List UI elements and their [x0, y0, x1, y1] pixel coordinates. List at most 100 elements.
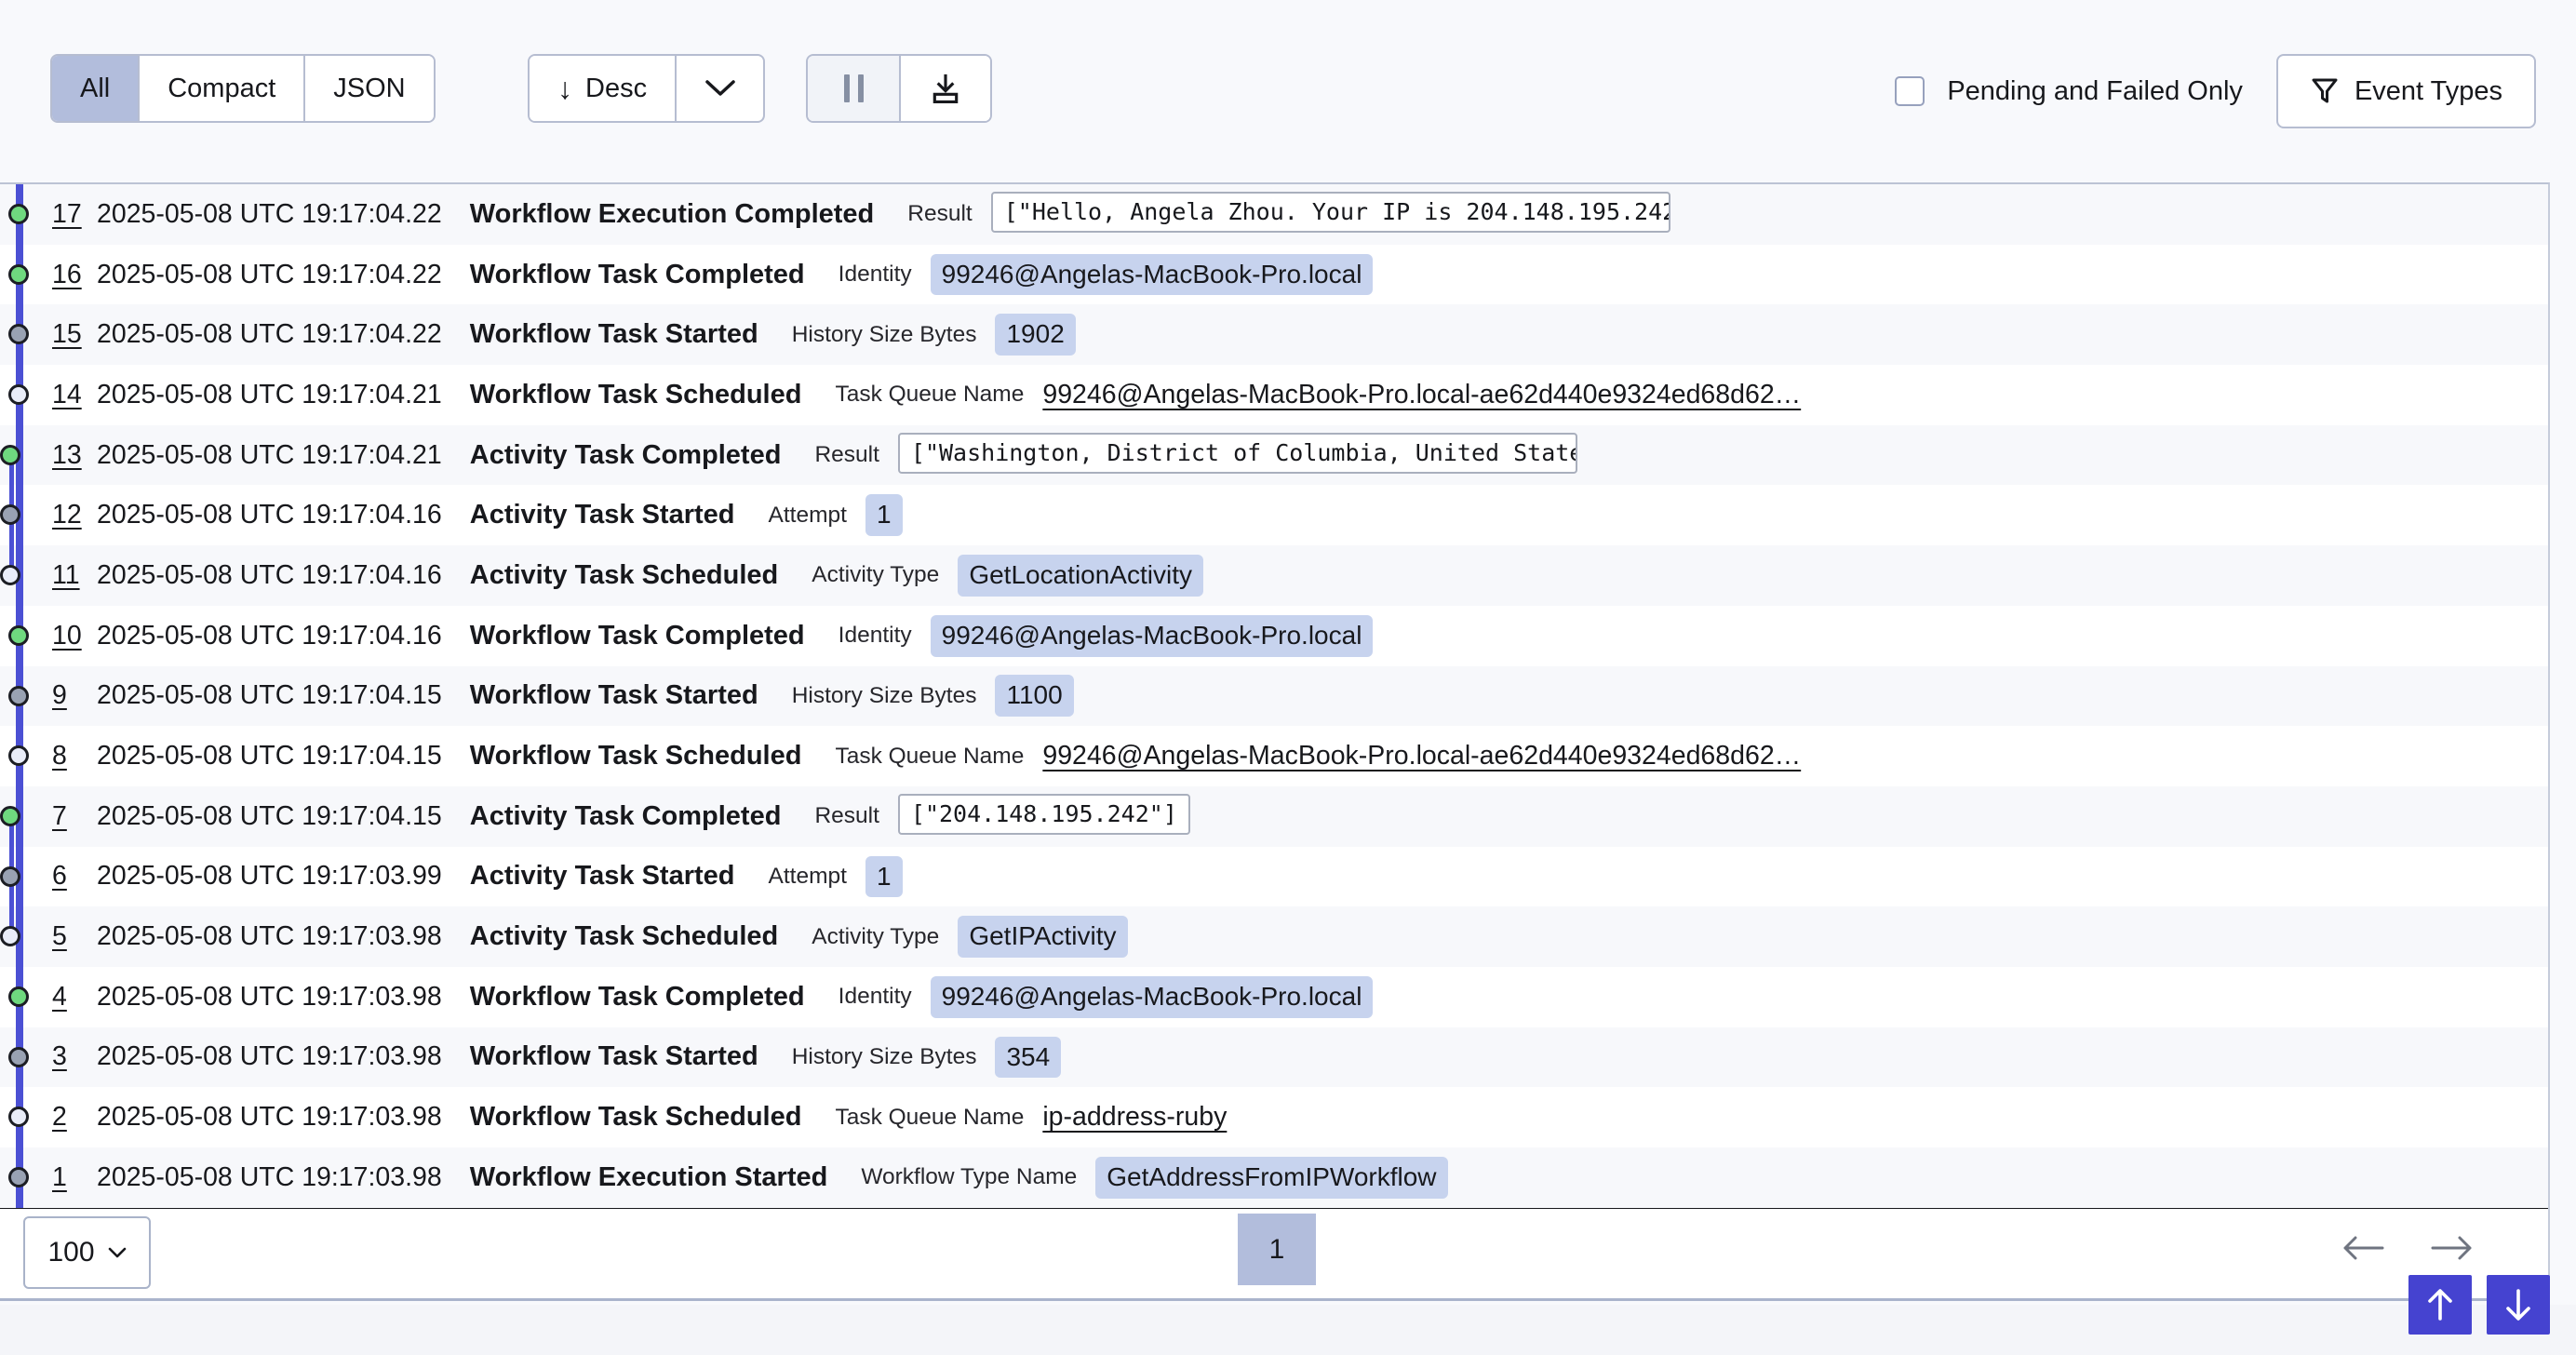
attr-value-badge: 1902 — [995, 314, 1075, 356]
event-attr-label: Activity Type — [812, 924, 939, 950]
download-icon — [929, 70, 962, 107]
pause-button[interactable] — [808, 56, 899, 121]
previous-page-arrow[interactable] — [2341, 1235, 2384, 1261]
tab-all[interactable]: All — [52, 56, 138, 121]
scroll-to-top-button[interactable] — [2408, 1275, 2472, 1335]
event-name: Workflow Task Started — [470, 319, 758, 350]
download-button[interactable] — [899, 56, 990, 121]
event-row[interactable]: 17 2025-05-08 UTC 19:17:04.22 Workflow E… — [0, 184, 2548, 245]
event-id-link[interactable]: 10 — [52, 621, 87, 651]
event-id-link[interactable]: 2 — [52, 1102, 87, 1133]
event-id-link[interactable]: 13 — [52, 440, 87, 471]
event-row[interactable]: 11 2025-05-08 UTC 19:17:04.16 Activity T… — [0, 545, 2548, 606]
sort-desc-button[interactable]: ↓ Desc — [530, 56, 675, 121]
event-attr-value: 99246@Angelas-MacBook-Pro.local — [931, 254, 1374, 296]
event-id-link[interactable]: 3 — [52, 1041, 87, 1072]
attr-value-code: ["Hello, Angela Zhou. Your IP is 204.148… — [991, 192, 1670, 233]
event-id-link[interactable]: 6 — [52, 861, 87, 892]
event-id-link[interactable]: 7 — [52, 801, 87, 832]
event-row[interactable]: 13 2025-05-08 UTC 19:17:04.21 Activity T… — [0, 425, 2548, 486]
event-row[interactable]: 14 2025-05-08 UTC 19:17:04.21 Workflow T… — [0, 365, 2548, 425]
event-id-link[interactable]: 8 — [52, 741, 87, 771]
event-id-link[interactable]: 1 — [52, 1162, 87, 1193]
event-status-dot — [0, 866, 20, 887]
event-timestamp: 2025-05-08 UTC 19:17:04.21 — [97, 380, 442, 410]
tab-json[interactable]: JSON — [303, 56, 433, 121]
event-id-link[interactable]: 4 — [52, 982, 87, 1013]
event-status-dot — [8, 264, 29, 285]
event-row[interactable]: 12 2025-05-08 UTC 19:17:04.16 Activity T… — [0, 485, 2548, 545]
attr-value-badge: 1 — [865, 494, 903, 536]
event-attr-value: ip-address-ruby — [1042, 1102, 1227, 1133]
event-history-table: 17 2025-05-08 UTC 19:17:04.22 Workflow E… — [0, 184, 2548, 1211]
event-id-link[interactable]: 14 — [52, 380, 87, 410]
event-row[interactable]: 8 2025-05-08 UTC 19:17:04.15 Workflow Ta… — [0, 726, 2548, 786]
event-status-dot — [8, 1047, 29, 1067]
event-status-dot — [8, 625, 29, 646]
attr-value-badge: 354 — [995, 1037, 1061, 1079]
page-size-select[interactable]: 100 — [23, 1216, 151, 1289]
event-id-link[interactable]: 16 — [52, 260, 87, 290]
current-page-button[interactable]: 1 — [1238, 1214, 1316, 1285]
event-attr-label: Identity — [839, 623, 912, 649]
event-id-link[interactable]: 5 — [52, 921, 87, 952]
pending-failed-checkbox[interactable] — [1895, 76, 1925, 106]
attr-value-code: ["204.148.195.242"] — [898, 794, 1190, 835]
event-row[interactable]: 15 2025-05-08 UTC 19:17:04.22 Workflow T… — [0, 304, 2548, 365]
event-attr-value: 99246@Angelas-MacBook-Pro.local — [931, 615, 1374, 657]
attr-value-link[interactable]: 99246@Angelas-MacBook-Pro.local-ae62d440… — [1042, 741, 1801, 771]
event-row[interactable]: 4 2025-05-08 UTC 19:17:03.98 Workflow Ta… — [0, 967, 2548, 1027]
arrow-down-icon — [2503, 1288, 2533, 1321]
scroll-to-bottom-button[interactable] — [2487, 1275, 2550, 1335]
sort-order-control: ↓ Desc — [528, 54, 765, 123]
event-timestamp: 2025-05-08 UTC 19:17:03.98 — [97, 1162, 442, 1193]
attr-value-link[interactable]: 99246@Angelas-MacBook-Pro.local-ae62d440… — [1042, 380, 1801, 409]
right-gutter — [2552, 182, 2576, 1305]
event-timestamp: 2025-05-08 UTC 19:17:03.98 — [97, 982, 442, 1013]
event-attr-value: 354 — [995, 1037, 1061, 1079]
event-attr-value: GetAddressFromIPWorkflow — [1095, 1157, 1447, 1199]
event-attr-value: GetIPActivity — [958, 916, 1127, 958]
event-id-link[interactable]: 11 — [52, 560, 87, 591]
attr-value-badge: GetAddressFromIPWorkflow — [1095, 1157, 1447, 1199]
event-row[interactable]: 6 2025-05-08 UTC 19:17:03.99 Activity Ta… — [0, 847, 2548, 907]
event-row[interactable]: 1 2025-05-08 UTC 19:17:03.98 Workflow Ex… — [0, 1147, 2548, 1208]
event-attr-value: ["204.148.195.242"] — [898, 794, 1190, 839]
event-row[interactable]: 10 2025-05-08 UTC 19:17:04.16 Workflow T… — [0, 606, 2548, 666]
event-name: Activity Task Scheduled — [470, 921, 778, 952]
event-timestamp: 2025-05-08 UTC 19:17:04.22 — [97, 199, 442, 230]
event-id-link[interactable]: 9 — [52, 680, 87, 711]
event-attr-value: GetLocationActivity — [958, 555, 1203, 597]
event-name: Workflow Task Completed — [470, 260, 805, 290]
event-row[interactable]: 9 2025-05-08 UTC 19:17:04.15 Workflow Ta… — [0, 666, 2548, 727]
event-row[interactable]: 16 2025-05-08 UTC 19:17:04.22 Workflow T… — [0, 245, 2548, 305]
sort-dropdown-button[interactable] — [675, 56, 763, 121]
event-attr-value: 1 — [865, 494, 903, 536]
view-tab-group: All Compact JSON — [50, 54, 436, 123]
event-attr-label: History Size Bytes — [792, 683, 977, 709]
event-attr-value: ["Hello, Angela Zhou. Your IP is 204.148… — [991, 192, 1670, 237]
event-id-link[interactable]: 12 — [52, 500, 87, 530]
attr-value-badge: 1 — [865, 856, 903, 898]
event-row[interactable]: 2 2025-05-08 UTC 19:17:03.98 Workflow Ta… — [0, 1087, 2548, 1147]
event-types-button[interactable]: Event Types — [2276, 54, 2536, 128]
event-row[interactable]: 7 2025-05-08 UTC 19:17:04.15 Activity Ta… — [0, 786, 2548, 847]
event-status-dot — [8, 1167, 29, 1187]
event-attr-label: Workflow Type Name — [861, 1164, 1077, 1190]
tab-compact[interactable]: Compact — [138, 56, 303, 121]
attr-value-badge: GetLocationActivity — [958, 555, 1203, 597]
event-row[interactable]: 3 2025-05-08 UTC 19:17:03.98 Workflow Ta… — [0, 1027, 2548, 1088]
event-row[interactable]: 5 2025-05-08 UTC 19:17:03.98 Activity Ta… — [0, 906, 2548, 967]
event-status-dot — [8, 324, 29, 344]
event-id-link[interactable]: 17 — [52, 199, 87, 230]
arrow-down-icon: ↓ — [557, 72, 572, 106]
event-attr-value: 1902 — [995, 314, 1075, 356]
event-name: Workflow Task Completed — [470, 982, 805, 1013]
attr-value-link[interactable]: ip-address-ruby — [1042, 1102, 1227, 1132]
event-timestamp: 2025-05-08 UTC 19:17:04.15 — [97, 801, 442, 832]
event-attr-label: Activity Type — [812, 562, 939, 588]
next-page-arrow[interactable] — [2431, 1235, 2474, 1261]
event-id-link[interactable]: 15 — [52, 319, 87, 350]
event-name: Workflow Task Scheduled — [470, 1102, 802, 1133]
chevron-down-icon — [704, 79, 736, 98]
